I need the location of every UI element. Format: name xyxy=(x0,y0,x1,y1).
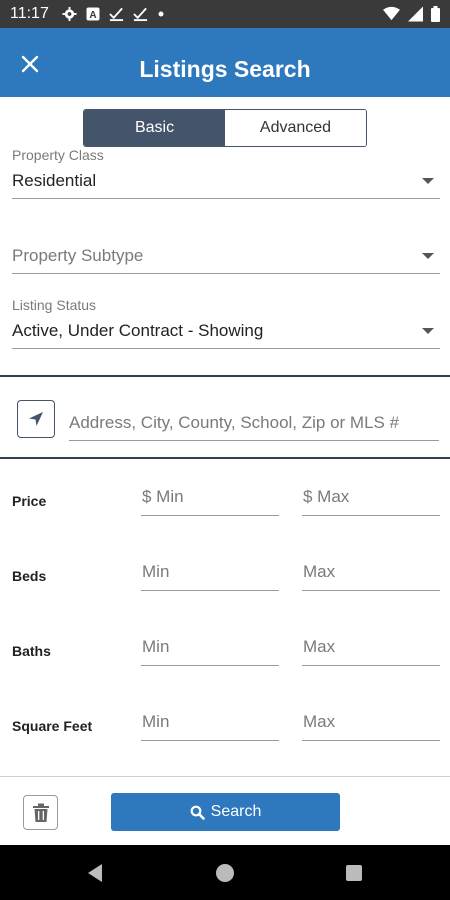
status-bar: 11:17 A xyxy=(0,0,450,28)
square-feet-label: Square Feet xyxy=(12,718,93,734)
trash-icon xyxy=(32,803,49,822)
system-nav-bar xyxy=(0,845,450,900)
beds-min-input[interactable]: Min xyxy=(141,555,279,591)
property-subtype-placeholder: Property Subtype xyxy=(12,246,144,265)
location-search-input[interactable]: Address, City, County, School, Zip or ML… xyxy=(69,405,439,441)
property-class-select[interactable]: Property Class Residential xyxy=(12,146,440,199)
search-button-label: Search xyxy=(210,803,262,820)
search-mode-toggle: Basic Advanced xyxy=(83,109,367,147)
chevron-down-icon xyxy=(422,328,434,334)
check-icon xyxy=(133,7,148,22)
dot-icon xyxy=(158,11,164,17)
square-feet-max-input[interactable]: Max xyxy=(302,705,440,741)
status-icons-left: A xyxy=(62,6,165,22)
tab-advanced[interactable]: Advanced xyxy=(225,110,366,146)
listing-status-label: Listing Status xyxy=(12,297,97,313)
property-subtype-select[interactable]: Property Subtype xyxy=(12,240,440,274)
settings-icon xyxy=(62,6,77,22)
current-location-button[interactable] xyxy=(17,400,55,438)
baths-max-input[interactable]: Max xyxy=(302,630,440,666)
baths-label: Baths xyxy=(12,643,51,659)
check-icon xyxy=(109,7,124,22)
location-search-placeholder: Address, City, County, School, Zip or ML… xyxy=(69,413,400,432)
price-max-placeholder: $ Max xyxy=(303,487,350,506)
baths-min-input[interactable]: Min xyxy=(141,630,279,666)
chevron-down-icon xyxy=(422,178,434,184)
property-class-value: Residential xyxy=(12,171,97,190)
beds-label: Beds xyxy=(12,568,47,584)
property-class-label: Property Class xyxy=(12,147,104,163)
search-icon xyxy=(190,805,205,820)
beds-max-placeholder: Max xyxy=(303,562,336,581)
search-button[interactable]: Search xyxy=(111,793,340,831)
square-feet-min-input[interactable]: Min xyxy=(141,705,279,741)
section-divider xyxy=(0,457,450,459)
status-icons-right xyxy=(383,6,440,22)
baths-min-placeholder: Min xyxy=(142,637,170,656)
beds-min-placeholder: Min xyxy=(142,562,170,581)
home-icon[interactable] xyxy=(216,864,234,882)
section-divider xyxy=(0,375,450,377)
square-feet-min-placeholder: Min xyxy=(142,712,170,731)
recents-icon[interactable] xyxy=(346,865,362,881)
beds-max-input[interactable]: Max xyxy=(302,555,440,591)
baths-max-placeholder: Max xyxy=(303,637,336,656)
signal-icon xyxy=(408,6,423,22)
chevron-down-icon xyxy=(422,253,434,259)
tab-basic[interactable]: Basic xyxy=(84,110,225,146)
square-feet-max-placeholder: Max xyxy=(303,712,336,731)
battery-icon xyxy=(431,6,440,22)
price-min-placeholder: $ Min xyxy=(142,487,184,506)
a-icon: A xyxy=(86,7,100,21)
app-bar: Listings Search xyxy=(0,28,450,97)
back-icon[interactable] xyxy=(86,863,104,883)
wifi-icon xyxy=(383,6,400,21)
page-title: Listings Search xyxy=(139,56,311,82)
listing-status-value: Active, Under Contract - Showing xyxy=(12,321,264,340)
svg-text:A: A xyxy=(89,10,96,21)
clear-button[interactable] xyxy=(23,795,58,830)
listing-status-select[interactable]: Listing Status Active, Under Contract - … xyxy=(12,296,440,349)
status-time: 11:17 xyxy=(10,5,49,22)
footer-divider xyxy=(0,776,450,777)
price-min-input[interactable]: $ Min xyxy=(141,480,279,516)
price-max-input[interactable]: $ Max xyxy=(302,480,440,516)
location-arrow-icon xyxy=(29,412,43,426)
price-label: Price xyxy=(12,493,47,509)
